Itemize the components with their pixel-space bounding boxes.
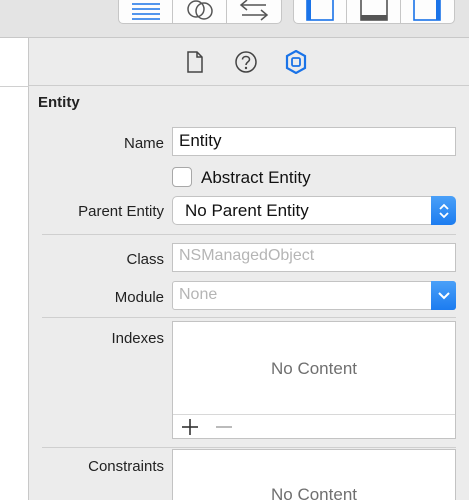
indexes-label: Indexes — [111, 330, 164, 347]
constraints-table[interactable]: No Content — [172, 449, 456, 500]
name-field[interactable]: Entity — [172, 127, 456, 156]
section-title: Entity — [38, 94, 80, 111]
separator — [42, 234, 456, 235]
constraints-empty-text: No Content — [271, 485, 357, 500]
parent-entity-label: Parent Entity — [78, 203, 164, 220]
file-inspector-icon — [187, 51, 203, 73]
utilities-toggle-icon — [413, 0, 442, 21]
popup-arrows-icon — [431, 196, 456, 225]
file-inspector-tab[interactable] — [182, 49, 208, 75]
standard-editor-icon — [131, 3, 160, 20]
assistant-editor-button[interactable] — [173, 0, 227, 23]
class-label: Class — [126, 251, 164, 268]
debug-area-toggle-icon — [359, 0, 388, 21]
quick-help-icon — [235, 51, 257, 73]
plus-icon — [182, 419, 198, 435]
version-editor-button[interactable] — [227, 0, 281, 23]
remove-index-button[interactable] — [213, 417, 235, 437]
navigator-edge — [0, 38, 29, 500]
abstract-entity-checkbox[interactable] — [172, 167, 192, 187]
inspector-tab-bar — [29, 38, 469, 86]
data-model-inspector-tab[interactable] — [283, 49, 309, 75]
abstract-entity-label: Abstract Entity — [201, 168, 311, 187]
separator — [42, 447, 456, 448]
debug-area-toggle-button[interactable] — [347, 0, 401, 23]
indexes-table-bar — [173, 414, 455, 438]
utilities-toggle-button[interactable] — [401, 0, 454, 23]
add-index-button[interactable] — [179, 417, 201, 437]
constraints-label: Constraints — [88, 458, 164, 475]
module-label: Module — [114, 289, 164, 306]
editor-mode-segmented-control — [118, 0, 282, 24]
separator — [42, 317, 456, 318]
assistant-editor-icon — [186, 0, 213, 20]
module-popup[interactable]: None — [172, 281, 456, 310]
standard-editor-button[interactable] — [119, 0, 173, 23]
window-toolbar — [0, 0, 469, 38]
quick-help-tab[interactable] — [233, 49, 259, 75]
view-toggle-segmented-control — [293, 0, 455, 24]
indexes-table[interactable]: No Content — [172, 321, 456, 439]
utilities-inspector: Entity Name Entity Abstract Entity Paren… — [29, 38, 469, 500]
parent-entity-popup[interactable]: No Parent Entity — [172, 196, 456, 225]
navigator-toggle-button[interactable] — [294, 0, 348, 23]
parent-entity-value: No Parent Entity — [185, 201, 309, 220]
class-field[interactable]: NSManagedObject — [172, 243, 456, 272]
minus-icon — [216, 426, 232, 428]
chevron-down-icon — [431, 281, 456, 310]
navigator-toggle-icon — [306, 0, 334, 21]
name-label: Name — [123, 135, 164, 152]
module-value: None — [179, 286, 218, 303]
version-editor-icon — [239, 0, 269, 21]
indexes-empty-text: No Content — [271, 359, 357, 378]
navigator-divider — [0, 86, 29, 87]
data-model-inspector-icon — [285, 50, 307, 74]
